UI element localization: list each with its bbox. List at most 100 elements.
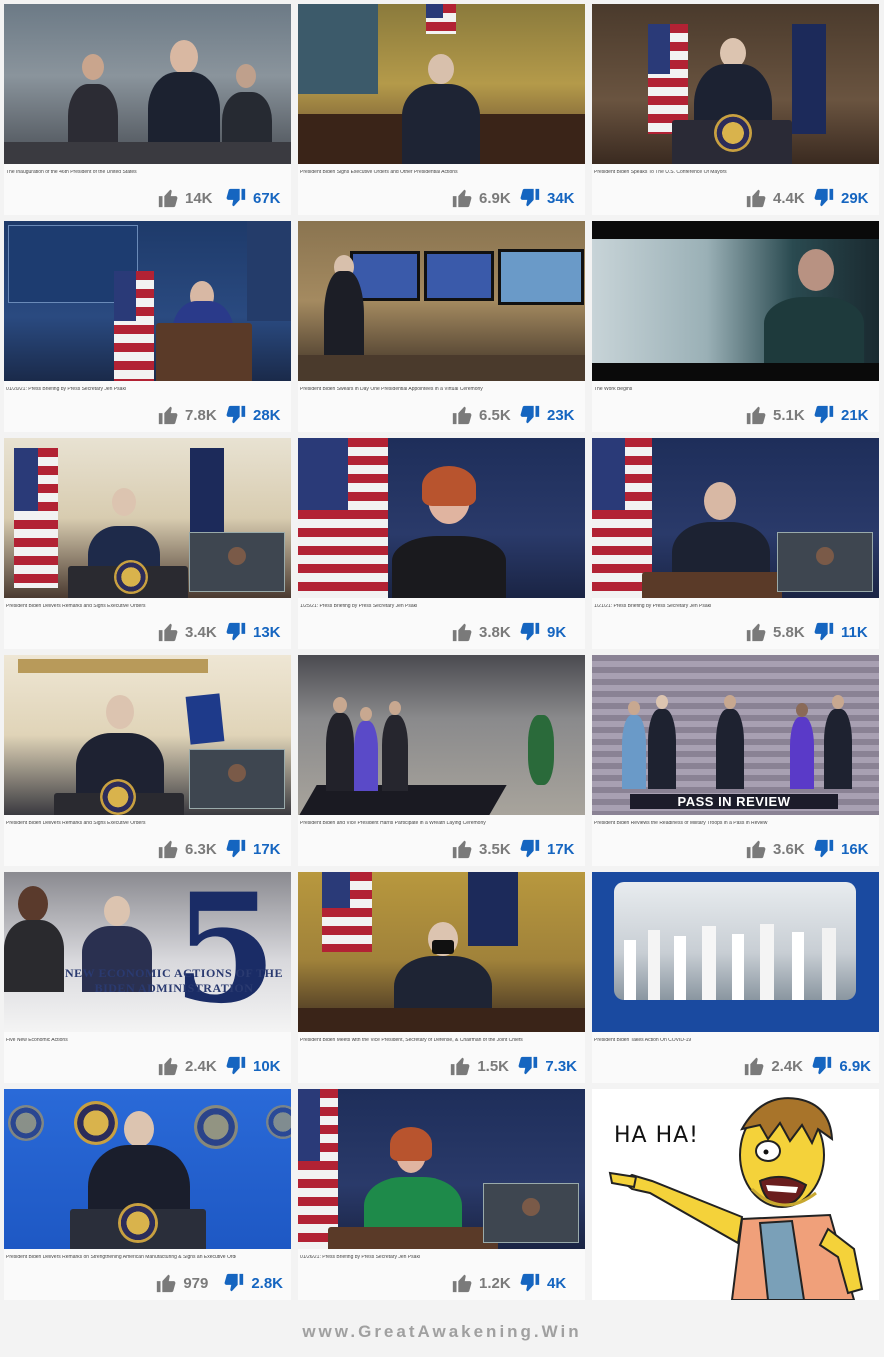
thumbs-down-icon[interactable] [813,838,835,860]
video-thumbnail[interactable] [298,872,585,1032]
video-thumbnail[interactable] [298,221,585,381]
thumbs-up-icon[interactable] [745,838,767,860]
video-thumbnail[interactable] [4,1089,291,1249]
thumbs-up-icon[interactable] [157,187,179,209]
rating-stats: 6.3K 17K [157,838,283,860]
video-thumbnail[interactable] [4,221,291,381]
thumbs-down-icon[interactable] [225,1055,247,1077]
thumbs-down-icon[interactable] [519,1272,541,1294]
video-thumbnail[interactable] [4,4,291,164]
video-card[interactable]: 5 NEW ECONOMIC ACTIONS OF THE BIDEN ADMI… [4,872,291,1083]
video-meta [6,1263,76,1267]
thumbs-up-icon[interactable] [745,621,767,643]
video-title[interactable]: President Biden Meets with the Vice Pres… [300,1038,530,1043]
dislike-count: 23K [547,406,575,424]
thumbs-down-icon[interactable] [811,1055,833,1077]
thumbs-down-icon[interactable] [813,404,835,426]
thumbs-up-icon[interactable] [157,621,179,643]
like-count: 6.9K [479,189,511,207]
thumbs-down-icon[interactable] [519,621,541,643]
thumbs-down-icon[interactable] [225,621,247,643]
video-thumbnail[interactable] [592,438,879,598]
thumbs-up-icon[interactable] [451,187,473,209]
video-title[interactable]: President Biden Delivers Remarks and Sig… [6,604,236,609]
thumbs-down-icon[interactable] [813,621,835,643]
thumbs-up-icon[interactable] [157,838,179,860]
like-count: 3.8K [479,623,511,641]
thumbs-down-icon[interactable] [225,187,247,209]
thumbs-up-icon[interactable] [743,1055,765,1077]
thumbs-down-icon[interactable] [519,187,541,209]
video-title[interactable]: Five New Economic Actions [6,1038,236,1043]
thumbs-up-icon[interactable] [449,1055,471,1077]
thumbs-down-icon[interactable] [519,404,541,426]
video-title[interactable]: President Biden and Vice President Harri… [300,821,530,826]
video-meta [300,1046,370,1050]
video-title[interactable]: The Inauguration of the 46th President o… [6,170,236,175]
video-card[interactable]: President Biden Swears in Day One Presid… [298,221,585,432]
video-card[interactable]: President Biden Delivers Remarks on Stre… [4,1089,291,1300]
video-title[interactable]: President Biden Swears in Day One Presid… [300,387,530,392]
video-card[interactable]: 1/21/21: Press Briefing by Press Secreta… [592,438,879,649]
video-title[interactable]: 01/20/21: Press Briefing by Press Secret… [6,387,236,392]
thumbs-up-icon[interactable] [745,404,767,426]
video-title[interactable]: 01/26/21: Press Briefing by Press Secret… [300,1255,530,1260]
thumbs-down-icon[interactable] [813,187,835,209]
thumbs-down-icon[interactable] [223,1272,245,1294]
video-grid: The Inauguration of the 46th President o… [4,4,880,1300]
thumbs-down-icon[interactable] [517,1055,539,1077]
video-thumbnail[interactable] [4,655,291,815]
thumbs-down-icon[interactable] [519,838,541,860]
video-card[interactable]: The Inauguration of the 46th President o… [4,4,291,215]
video-thumbnail[interactable] [592,872,879,1032]
video-card[interactable]: 01/26/21: Press Briefing by Press Secret… [298,1089,585,1300]
video-title[interactable]: President Biden Delivers Remarks and Sig… [6,821,236,826]
thumbs-up-icon[interactable] [155,1272,177,1294]
like-count: 14K [185,189,213,207]
video-card[interactable]: 1/25/21: Press Briefing by Press Secreta… [298,438,585,649]
like-count: 1.5K [477,1057,509,1075]
thumbs-up-icon[interactable] [745,187,767,209]
video-thumbnail[interactable] [592,4,879,164]
thumbs-up-icon[interactable] [451,1272,473,1294]
thumbs-up-icon[interactable] [157,404,179,426]
rating-stats: 3.8K 9K [451,621,577,643]
video-card[interactable]: The Work Begins 5.1K 21K [592,221,879,432]
video-thumbnail[interactable] [4,438,291,598]
video-title[interactable]: President Biden Takes Action On COVID-19 [594,1038,824,1043]
video-card[interactable]: President Biden and Vice President Harri… [298,655,585,866]
dislike-count: 6.9K [839,1057,871,1075]
video-title[interactable]: 1/21/21: Press Briefing by Press Secreta… [594,604,824,609]
video-title[interactable]: 1/25/21: Press Briefing by Press Secreta… [300,604,530,609]
thumbs-up-icon[interactable] [157,1055,179,1077]
like-count: 4.4K [773,189,805,207]
thumbs-down-icon[interactable] [225,838,247,860]
dislike-count: 16K [841,840,869,858]
video-card[interactable]: President Biden Delivers Remarks and Sig… [4,655,291,866]
thumbs-down-icon[interactable] [225,404,247,426]
video-thumbnail[interactable]: PASS IN REVIEW [592,655,879,815]
video-thumbnail[interactable]: 5 NEW ECONOMIC ACTIONS OF THE BIDEN ADMI… [4,872,291,1032]
video-thumbnail[interactable] [298,655,585,815]
video-thumbnail[interactable] [298,438,585,598]
video-meta [6,612,76,616]
video-card[interactable]: President Biden Speaks To The U.S. Confe… [592,4,879,215]
video-thumbnail[interactable] [592,221,879,381]
video-title[interactable]: President Biden Reviews the Readiness of… [594,821,824,826]
video-title[interactable]: President Biden Signs Executive Orders a… [300,170,530,175]
video-card[interactable]: 01/20/21: Press Briefing by Press Secret… [4,221,291,432]
thumbs-up-icon[interactable] [451,838,473,860]
video-thumbnail[interactable] [298,1089,585,1249]
video-card[interactable]: President Biden Takes Action On COVID-19… [592,872,879,1083]
video-card[interactable]: PASS IN REVIEW President Biden Reviews t… [592,655,879,866]
video-title[interactable]: President Biden Delivers Remarks on Stre… [6,1255,236,1260]
thumbs-up-icon[interactable] [451,621,473,643]
video-thumbnail[interactable] [298,4,585,164]
video-title[interactable]: President Biden Speaks To The U.S. Confe… [594,170,824,175]
video-title[interactable]: The Work Begins [594,387,824,392]
video-card[interactable]: President Biden Signs Executive Orders a… [298,4,585,215]
video-card[interactable]: President Biden Meets with the Vice Pres… [298,872,585,1083]
video-card[interactable]: President Biden Delivers Remarks and Sig… [4,438,291,649]
thumbs-up-icon[interactable] [451,404,473,426]
rating-stats: 979 2.8K [155,1272,283,1294]
